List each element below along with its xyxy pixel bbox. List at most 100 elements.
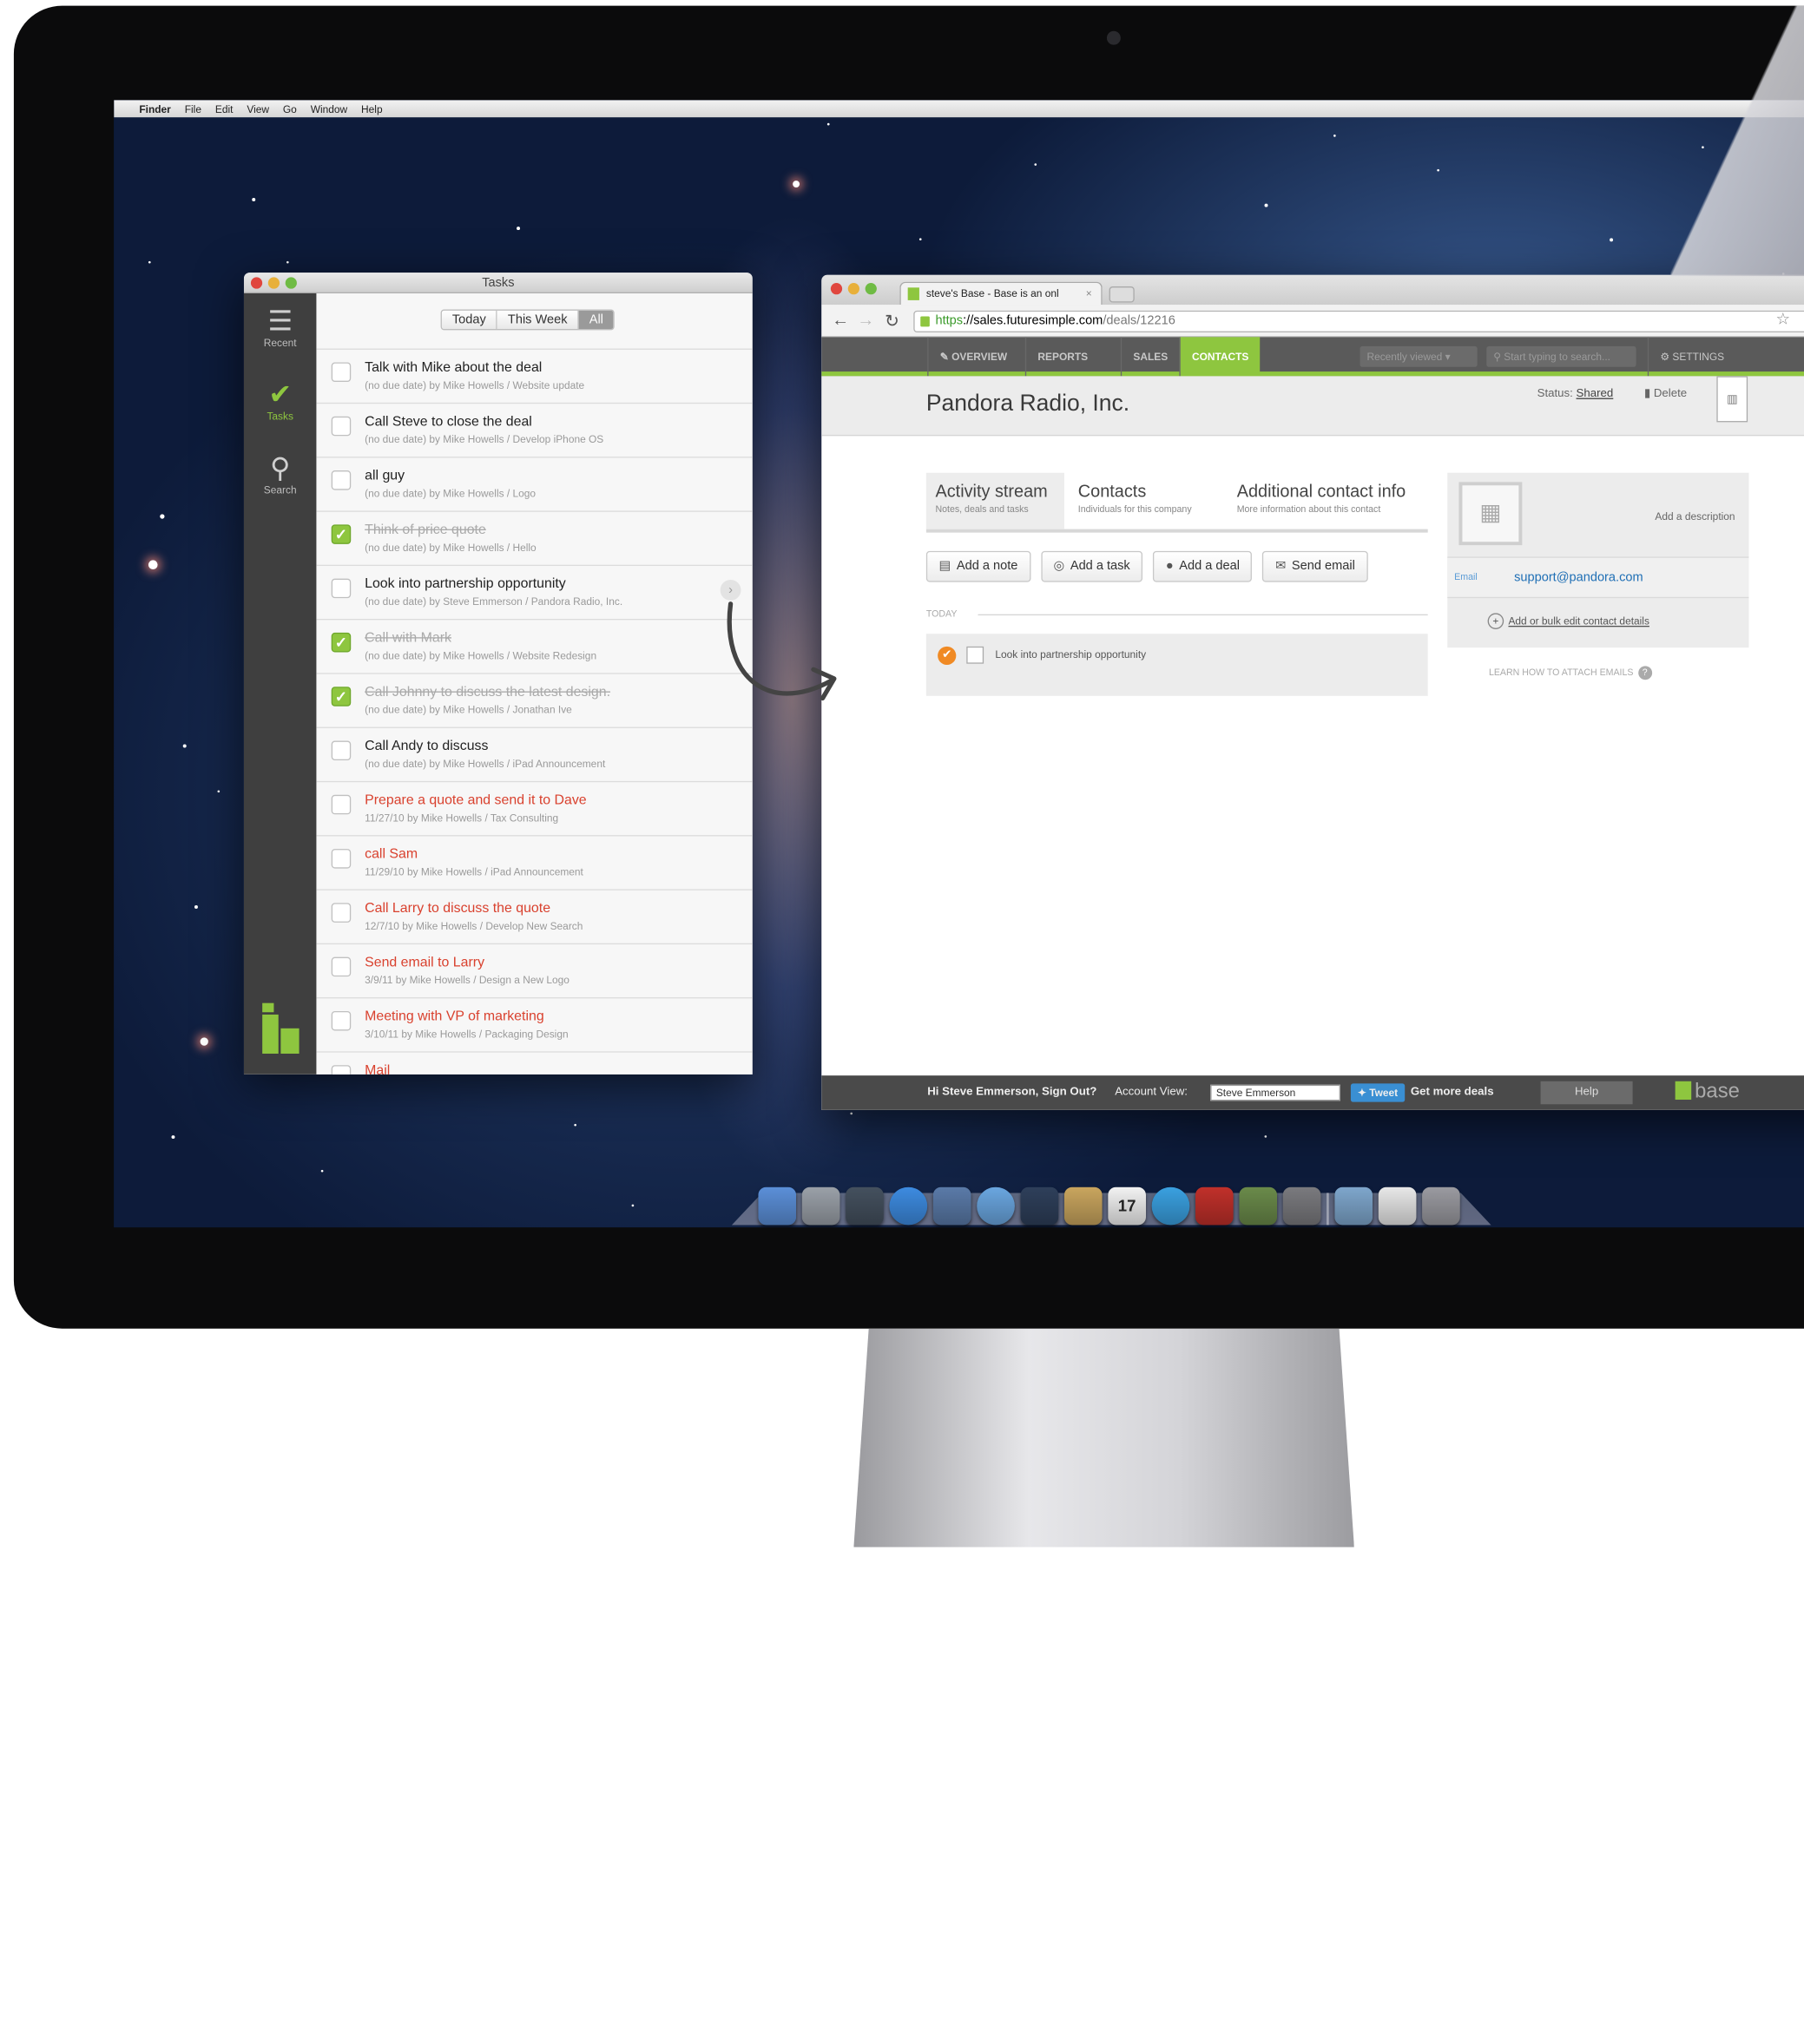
sidebar-item-search[interactable]: ⚲ Search bbox=[244, 441, 316, 515]
minimize-button[interactable] bbox=[847, 283, 859, 295]
task-checkbox[interactable] bbox=[331, 740, 352, 761]
activity-item-text[interactable]: Look into partnership opportunity bbox=[995, 648, 1146, 660]
task-checkbox[interactable]: ✓ bbox=[331, 524, 352, 544]
filter-all[interactable]: All bbox=[578, 310, 614, 330]
task-checkbox[interactable]: ✓ bbox=[331, 632, 352, 653]
address-bar[interactable]: https://sales.futuresimple.com/deals/122… bbox=[913, 310, 1804, 333]
zoom-button[interactable] bbox=[865, 283, 877, 295]
account-view-select[interactable]: Steve Emmerson bbox=[1210, 1084, 1340, 1101]
photo-booth-icon[interactable] bbox=[1195, 1186, 1234, 1226]
preview-icon[interactable] bbox=[932, 1186, 971, 1226]
add-deal-button[interactable]: ● Add a deal bbox=[1153, 550, 1253, 582]
email-link[interactable]: support@pandora.com bbox=[1514, 570, 1643, 584]
task-row[interactable]: Prepare a quote and send it to Dave 11/27… bbox=[316, 780, 753, 835]
company-building-icon[interactable]: ▦ bbox=[1458, 482, 1523, 546]
task-checkbox[interactable] bbox=[331, 956, 352, 977]
sidebar-item-recent[interactable]: ☰ Recent bbox=[244, 293, 316, 367]
recently-viewed-select[interactable]: Recently viewed ▾ bbox=[1360, 345, 1478, 367]
browser-tab[interactable]: steve's Base - Base is an onl × bbox=[899, 281, 1103, 306]
tweet-button[interactable]: ✦ Tweet bbox=[1350, 1083, 1406, 1102]
task-row[interactable]: Call Steve to close the deal (no due date… bbox=[316, 402, 753, 457]
task-row[interactable]: Mail bbox=[316, 1051, 753, 1075]
menu-help[interactable]: Help bbox=[361, 103, 383, 115]
folder-icon[interactable] bbox=[1334, 1186, 1373, 1226]
learn-attach-emails-link[interactable]: LEARN HOW TO ATTACH EMAILS? bbox=[1489, 666, 1652, 680]
send-email-button[interactable]: ✉ Send email bbox=[1262, 550, 1368, 582]
tab-contacts[interactable]: Contacts Individuals for this company bbox=[1069, 473, 1218, 529]
add-description-link[interactable]: Add a description bbox=[1655, 510, 1735, 522]
reload-icon[interactable]: ↻ bbox=[885, 311, 899, 332]
tab-activity-stream[interactable]: Activity stream Notes, deals and tasks bbox=[925, 472, 1064, 529]
menu-file[interactable]: File bbox=[185, 103, 201, 115]
search-input[interactable]: ⚲ Start typing to search... bbox=[1486, 345, 1636, 367]
task-row[interactable]: ✓ Call with Mark (no due date) by Mike How… bbox=[316, 619, 753, 673]
add-task-button[interactable]: ◎ Add a task bbox=[1040, 550, 1143, 582]
itunes-icon[interactable] bbox=[1151, 1186, 1190, 1226]
system-preferences-icon[interactable] bbox=[1282, 1186, 1321, 1226]
nav-sales[interactable]: SALES bbox=[1120, 337, 1180, 377]
tab-additional-info[interactable]: Additional contact info More information … bbox=[1228, 473, 1428, 529]
delete-button[interactable]: ▮ Delete bbox=[1644, 388, 1687, 401]
back-icon[interactable]: ← bbox=[832, 311, 849, 331]
zoom-button[interactable] bbox=[285, 277, 297, 289]
nav-reports[interactable]: REPORTS bbox=[1024, 337, 1100, 377]
task-checkbox[interactable] bbox=[331, 1065, 352, 1075]
task-checkbox[interactable] bbox=[331, 849, 352, 869]
task-row[interactable]: ✓ Call Johnny to discuss the latest desig… bbox=[316, 673, 753, 726]
status-link[interactable]: Shared bbox=[1577, 388, 1614, 401]
task-row[interactable]: Talk with Mike about the deal (no due dat… bbox=[316, 348, 753, 403]
app-store-icon[interactable] bbox=[889, 1186, 928, 1226]
get-more-deals-link[interactable]: Get more deals bbox=[1411, 1086, 1494, 1099]
bookmark-star-icon[interactable]: ☆ bbox=[1776, 310, 1791, 330]
task-checkbox[interactable] bbox=[331, 794, 352, 815]
minimize-button[interactable] bbox=[267, 277, 280, 289]
task-checkbox[interactable] bbox=[331, 362, 352, 382]
launchpad-icon[interactable] bbox=[801, 1186, 840, 1226]
filter-today[interactable]: Today bbox=[441, 310, 498, 330]
menu-edit[interactable]: Edit bbox=[215, 103, 234, 115]
iphoto-icon[interactable] bbox=[1239, 1186, 1278, 1226]
filter-this-week[interactable]: This Week bbox=[497, 310, 579, 330]
contacts-icon[interactable] bbox=[1063, 1186, 1103, 1226]
calendar-icon[interactable]: 17 bbox=[1108, 1186, 1146, 1226]
task-row[interactable]: Meeting with VP of marketing 3/10/11 by M… bbox=[316, 997, 753, 1051]
nav-overview[interactable]: ✎ OVERVIEW bbox=[927, 337, 1018, 377]
task-row[interactable]: call Sam 11/29/10 by Mike Howells / iPad … bbox=[316, 835, 753, 889]
close-button[interactable] bbox=[250, 277, 263, 289]
task-row[interactable]: Call Andy to discuss (no due date) by Mik… bbox=[316, 726, 753, 781]
chart-icon[interactable]: ▥ bbox=[1716, 376, 1748, 423]
mission-control-icon[interactable] bbox=[846, 1186, 884, 1226]
settings-button[interactable]: ⚙ SETTINGS bbox=[1647, 337, 1736, 377]
edit-contact-link[interactable]: + Add or bulk edit contact details bbox=[1487, 613, 1649, 629]
task-row[interactable]: Send email to Larry 3/9/11 by Mike Howell… bbox=[316, 943, 753, 997]
forward-icon[interactable]: → bbox=[857, 311, 874, 331]
new-tab-button[interactable] bbox=[1109, 286, 1135, 303]
task-checkbox[interactable] bbox=[331, 578, 352, 599]
safari-icon[interactable] bbox=[977, 1186, 1015, 1226]
menu-view[interactable]: View bbox=[247, 103, 269, 115]
activity-checkbox[interactable] bbox=[966, 646, 984, 664]
task-row[interactable]: Look into partnership opportunity (no due… bbox=[316, 564, 753, 619]
task-checkbox[interactable] bbox=[331, 1010, 352, 1031]
help-button[interactable]: Help bbox=[1540, 1081, 1633, 1105]
add-note-button[interactable]: ▤ Add a note bbox=[925, 550, 1030, 582]
task-checkbox[interactable]: ✓ bbox=[331, 687, 352, 707]
tasks-titlebar[interactable]: Tasks bbox=[243, 273, 753, 293]
trash-icon[interactable] bbox=[1422, 1186, 1460, 1226]
task-row[interactable]: Call Larry to discuss the quote 12/7/10 b… bbox=[316, 889, 753, 943]
task-row[interactable]: ✓ Think of price quote (no due date) by Mi… bbox=[316, 510, 753, 564]
task-checkbox[interactable] bbox=[331, 416, 352, 437]
documents-icon[interactable] bbox=[1378, 1186, 1417, 1226]
nav-contacts[interactable]: CONTACTS bbox=[1179, 337, 1261, 377]
task-checkbox[interactable] bbox=[331, 470, 352, 490]
menu-finder[interactable]: Finder bbox=[139, 103, 170, 115]
finder-icon[interactable] bbox=[758, 1186, 797, 1226]
close-button[interactable] bbox=[830, 283, 843, 295]
greeting-signout[interactable]: Hi Steve Emmerson, Sign Out? bbox=[927, 1086, 1096, 1099]
task-checkbox[interactable] bbox=[331, 903, 352, 923]
sidebar-item-tasks[interactable]: ✔ Tasks bbox=[244, 367, 316, 441]
menu-window[interactable]: Window bbox=[311, 103, 347, 115]
close-tab-icon[interactable]: × bbox=[1086, 283, 1092, 305]
menu-go[interactable]: Go bbox=[283, 103, 297, 115]
task-row[interactable]: all guy (no due date) by Mike Howells / L… bbox=[316, 457, 753, 510]
